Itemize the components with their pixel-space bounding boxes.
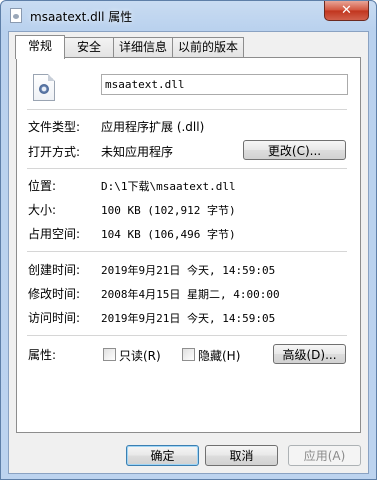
tab-details[interactable]: 详细信息 (113, 37, 173, 57)
readonly-label[interactable]: 只读(R) (119, 347, 161, 364)
divider (27, 251, 347, 252)
opens-with-value: 未知应用程序 (101, 145, 174, 159)
divider (27, 168, 347, 169)
cancel-button[interactable]: 取消 (205, 445, 278, 466)
opens-with-label: 打开方式: (28, 145, 81, 159)
created-value: 2019年9月21日 今天, 14:59:05 (101, 264, 276, 277)
location-value: D:\1下载\msaatext.dll (101, 180, 236, 193)
divider (27, 109, 347, 110)
location-label: 位置: (28, 179, 57, 193)
tab-general[interactable]: 常规 (15, 35, 65, 59)
readonly-checkbox[interactable] (103, 348, 116, 361)
attributes-label: 属性: (28, 348, 57, 362)
gear-icon (39, 84, 49, 94)
title-bar[interactable]: msaatext.dll 属性 ✕ (1, 1, 376, 31)
advanced-button[interactable]: 高级(D)... (273, 344, 346, 364)
created-label: 创建时间: (28, 263, 81, 277)
hidden-checkbox[interactable] (182, 348, 195, 361)
tab-previous-versions[interactable]: 以前的版本 (172, 37, 244, 57)
apply-button[interactable]: 应用(A) (288, 445, 361, 466)
close-icon: ✕ (341, 3, 352, 18)
modified-label: 修改时间: (28, 287, 81, 301)
general-tab-panel (16, 57, 361, 433)
size-on-disk-label: 占用空间: (28, 227, 81, 241)
size-on-disk-value: 104 KB (106,496 字节) (101, 228, 236, 241)
window-title: msaatext.dll 属性 (30, 10, 133, 24)
ok-button[interactable]: 确定 (126, 445, 199, 466)
close-button[interactable]: ✕ (324, 1, 369, 21)
dll-file-icon (10, 8, 22, 23)
size-value: 100 KB (102,912 字节) (101, 204, 236, 217)
dll-file-icon (33, 74, 55, 101)
divider (27, 335, 347, 336)
file-type-label: 文件类型: (28, 120, 81, 134)
tab-security[interactable]: 安全 (64, 37, 114, 57)
accessed-label: 访问时间: (28, 311, 81, 325)
size-label: 大小: (28, 203, 57, 217)
accessed-value: 2019年9月21日 今天, 14:59:05 (101, 312, 276, 325)
file-type-value: 应用程序扩展 (.dll) (101, 120, 205, 134)
change-button[interactable]: 更改(C)... (243, 140, 346, 160)
file-name-field[interactable]: msaatext.dll (101, 74, 348, 95)
modified-value: 2008年4月15日 星期二, 4:00:00 (101, 288, 280, 301)
hidden-label[interactable]: 隐藏(H) (198, 347, 240, 364)
